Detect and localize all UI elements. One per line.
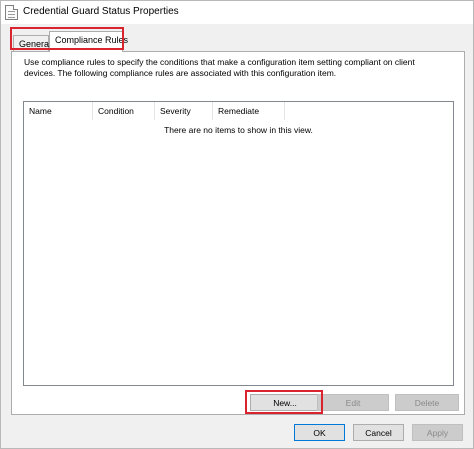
title-bar[interactable]: Credential Guard Status Properties: [1, 1, 473, 24]
cancel-button[interactable]: Cancel: [353, 424, 404, 441]
column-header-remediate[interactable]: Remediate: [213, 102, 285, 120]
panel-description: Use compliance rules to specify the cond…: [24, 57, 415, 78]
column-header-condition[interactable]: Condition: [93, 102, 155, 120]
empty-list-message: There are no items to show in this view.: [164, 125, 313, 135]
new-rule-button[interactable]: New...: [250, 394, 320, 411]
properties-dialog: Credential Guard Status Properties Gener…: [0, 0, 474, 449]
delete-rule-button[interactable]: Delete: [395, 394, 459, 411]
edit-rule-button[interactable]: Edit: [317, 394, 389, 411]
tab-compliance-rules[interactable]: Compliance Rules: [49, 31, 128, 52]
compliance-rules-panel: Use compliance rules to specify the cond…: [11, 51, 465, 415]
column-header-name[interactable]: Name: [24, 102, 93, 120]
compliance-rules-list[interactable]: Name Condition Severity Remediate There …: [23, 101, 454, 386]
tab-general[interactable]: General: [13, 35, 51, 51]
document-icon: [5, 5, 18, 20]
column-header-severity[interactable]: Severity: [155, 102, 213, 120]
window-title: Credential Guard Status Properties: [23, 6, 179, 17]
ok-button[interactable]: OK: [294, 424, 345, 441]
apply-button[interactable]: Apply: [412, 424, 463, 441]
